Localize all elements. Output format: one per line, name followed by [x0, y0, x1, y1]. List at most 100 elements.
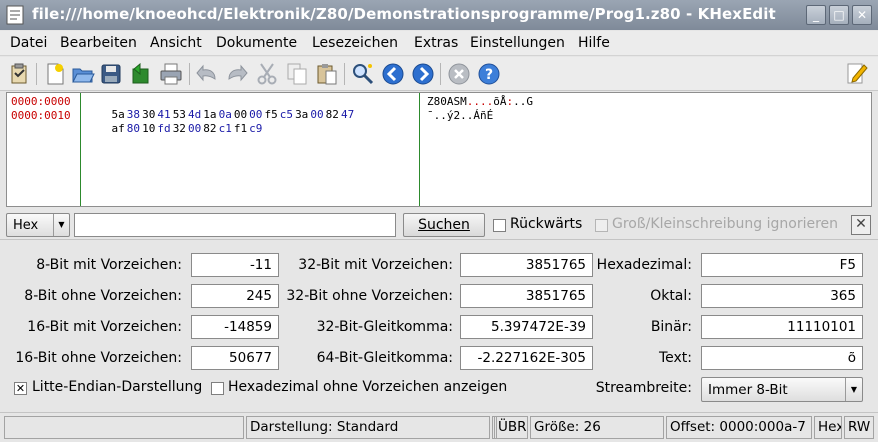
save-icon[interactable]	[98, 61, 124, 87]
int16-signed-label: 16-Bit mit Vorzeichen:	[27, 319, 182, 335]
int16-unsigned-label: 16-Bit ohne Vorzeichen:	[15, 350, 182, 366]
hex-byte[interactable]: 3a	[295, 108, 310, 121]
int32-signed-field[interactable]: 3851765	[460, 253, 593, 277]
undo-icon[interactable]	[194, 61, 220, 87]
hex-byte[interactable]: 47	[341, 108, 356, 121]
status-read-write: RW	[844, 416, 874, 439]
close-search-icon[interactable]: ✕	[851, 215, 871, 235]
open-folder-icon[interactable]	[70, 61, 96, 87]
ignore-case-checkbox[interactable]	[595, 219, 608, 232]
hex-byte[interactable]: c9	[249, 122, 264, 135]
float64-label: 64-Bit-Gleitkomma:	[316, 350, 453, 366]
toolbar-separator	[440, 63, 441, 85]
ignore-case-label: Groß/Kleinschreibung ignorieren	[612, 216, 839, 232]
search-input[interactable]	[74, 213, 396, 237]
hex-byte[interactable]: fd	[157, 122, 172, 135]
float64-field[interactable]: -2.227162E-305	[460, 346, 593, 370]
status-bar: Darstellung: Standard ÜBR Größe: 26 Offs…	[0, 412, 878, 442]
toolbar-separator	[344, 63, 345, 85]
hex-field[interactable]: F5	[701, 253, 863, 277]
search-mode-value: Hex	[13, 218, 39, 233]
ascii-row[interactable]: ¯..ý2..ÁñÉ	[427, 109, 493, 122]
menu-datei[interactable]: Datei	[10, 35, 47, 51]
menu-bearbeiten[interactable]: Bearbeiten	[60, 35, 137, 51]
int8-signed-field[interactable]: -11	[191, 253, 279, 277]
hex-row[interactable]: af 80 10 fd 32 00 82 c1 f1 c9	[85, 109, 264, 148]
menu-bar: Datei Bearbeiten Ansicht Dokumente Lesez…	[0, 31, 878, 56]
stream-width-label: Streambreite:	[595, 380, 692, 396]
menu-ansicht[interactable]: Ansicht	[150, 35, 202, 51]
binary-label: Binär:	[650, 319, 692, 335]
hex-byte[interactable]: af	[112, 122, 127, 135]
menu-dokumente[interactable]: Dokumente	[216, 35, 297, 51]
menu-einstellungen[interactable]: Einstellungen	[470, 35, 565, 51]
edit-pencil-icon[interactable]	[844, 61, 870, 87]
khexedit-app-icon[interactable]	[4, 4, 26, 26]
ascii-column-separator	[419, 93, 420, 206]
int16-signed-field[interactable]: -14859	[191, 315, 279, 339]
find-previous-icon[interactable]	[380, 61, 406, 87]
text-field[interactable]: õ	[701, 346, 863, 370]
stop-icon[interactable]	[446, 61, 472, 87]
svg-text:?: ?	[485, 67, 493, 83]
chevron-down-icon: ▼	[845, 378, 862, 401]
int8-unsigned-field[interactable]: 245	[191, 284, 279, 308]
text-label: Text:	[658, 350, 692, 366]
hex-byte-cursor[interactable]: f5	[264, 108, 279, 121]
hex-editor-view[interactable]: 0000:0000 0000:0010 5a 38 30 41 53 4d 1a 0a 00 00…	[6, 92, 872, 207]
status-blank	[4, 416, 244, 439]
ascii-row[interactable]: Z80ASM....õÅ:..G	[427, 95, 533, 108]
revert-icon[interactable]	[128, 61, 154, 87]
redo-icon[interactable]	[224, 61, 250, 87]
print-icon[interactable]	[158, 61, 184, 87]
int8-unsigned-label: 8-Bit ohne Vorzeichen:	[24, 288, 182, 304]
row-offset: 0000:0000	[11, 95, 71, 108]
paste-icon[interactable]	[314, 61, 340, 87]
stream-width-select[interactable]: Immer 8-Bit ▼	[701, 377, 863, 402]
help-icon[interactable]: ?	[476, 61, 502, 87]
float32-label: 32-Bit-Gleitkomma:	[316, 319, 453, 335]
search-bar: Hex ▼ Suchen Rückwärts Groß/Kleinschreib…	[0, 210, 878, 240]
backwards-checkbox[interactable]	[493, 219, 506, 232]
minimize-button[interactable]: _	[806, 5, 826, 25]
backwards-label: Rückwärts	[510, 216, 583, 232]
maximize-button[interactable]: □	[829, 5, 849, 25]
binary-field[interactable]: 11110101	[701, 315, 863, 339]
status-encoding-mode: Hex	[814, 416, 842, 439]
search-button[interactable]: Suchen	[403, 213, 485, 237]
offset-column-separator	[80, 93, 81, 206]
hex-byte[interactable]: 82	[203, 122, 218, 135]
int16-unsigned-field[interactable]: 50677	[191, 346, 279, 370]
int32-unsigned-field[interactable]: 3851765	[460, 284, 593, 308]
find-next-icon[interactable]	[410, 61, 436, 87]
clipboard-icon[interactable]	[6, 61, 32, 87]
close-window-button[interactable]: ✕	[852, 5, 872, 25]
hex-byte[interactable]: 00	[310, 108, 325, 121]
hex-byte[interactable]: f1	[234, 122, 249, 135]
hex-byte[interactable]: 82	[326, 108, 341, 121]
octal-label: Oktal:	[650, 288, 692, 304]
toolbar: ?	[0, 57, 878, 91]
menu-extras[interactable]: Extras	[414, 35, 458, 51]
float32-field[interactable]: 5.397472E-39	[460, 315, 593, 339]
menu-lesezeichen[interactable]: Lesezeichen	[312, 35, 398, 51]
new-document-icon[interactable]	[42, 61, 68, 87]
hex-byte[interactable]: c5	[280, 108, 295, 121]
hex-byte[interactable]: c1	[219, 122, 234, 135]
cut-icon[interactable]	[254, 61, 280, 87]
status-overwrite: ÜBR	[494, 416, 528, 439]
copy-icon[interactable]	[284, 61, 310, 87]
little-endian-checkbox[interactable]: ✕	[14, 382, 27, 395]
hex-byte[interactable]: 80	[127, 122, 142, 135]
little-endian-label: Litte-Endian-Darstellung	[32, 379, 203, 395]
menu-hilfe[interactable]: Hilfe	[578, 35, 610, 51]
unsigned-hex-checkbox[interactable]	[211, 382, 224, 395]
search-mode-select[interactable]: Hex ▼	[6, 213, 70, 237]
hex-byte[interactable]: 10	[142, 122, 157, 135]
find-icon[interactable]	[350, 61, 376, 87]
hex-byte[interactable]: 32	[173, 122, 188, 135]
octal-field[interactable]: 365	[701, 284, 863, 308]
hex-byte[interactable]: 00	[188, 122, 203, 135]
stream-width-value: Immer 8-Bit	[708, 382, 788, 398]
status-offset: Offset: 0000:000a-7	[666, 416, 812, 439]
